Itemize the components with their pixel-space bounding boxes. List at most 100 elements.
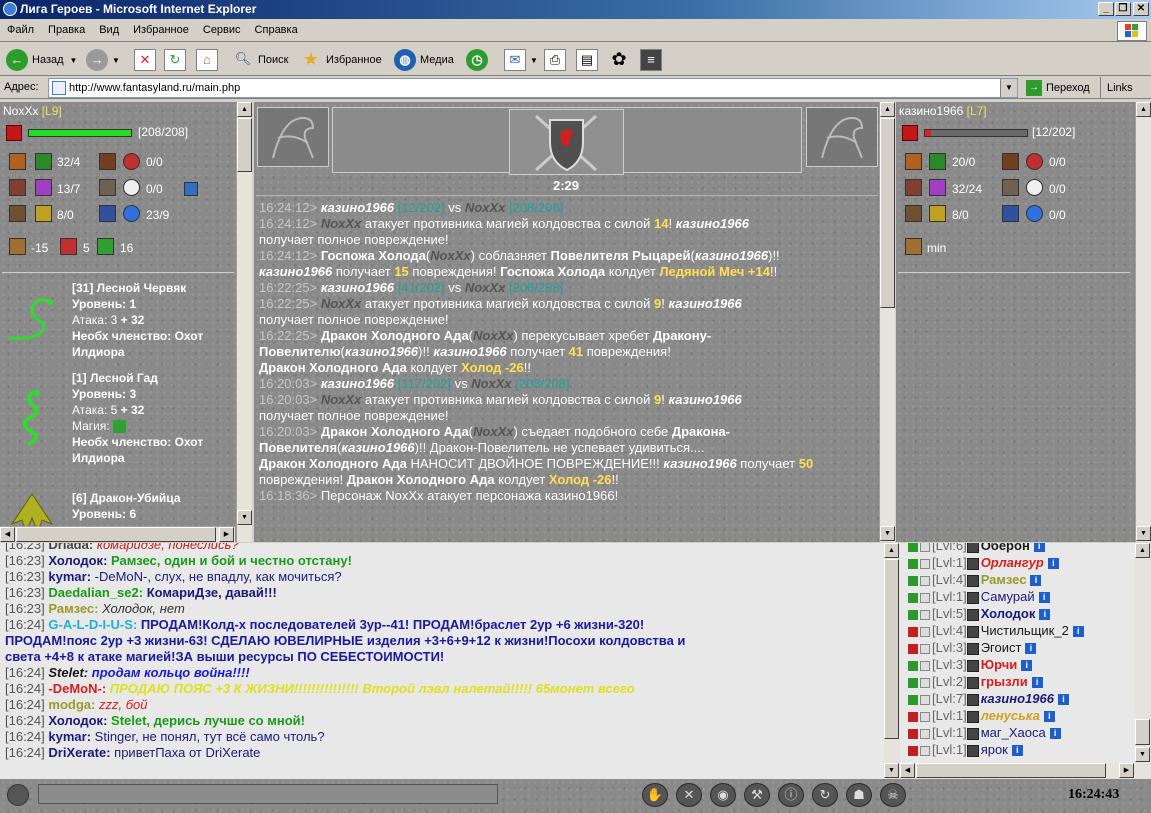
user-list-item[interactable]: [Lvl:1] Орлангур i — [900, 554, 1135, 571]
user-list-item[interactable]: [Lvl:1] маг_Хаоса i — [900, 724, 1135, 741]
user-info-icon[interactable]: i — [1030, 575, 1042, 587]
user-list-scrollbar[interactable]: ▲ ▼ — [1135, 543, 1151, 779]
scroll-up-arrow[interactable]: ▲ — [880, 102, 895, 117]
private-chat-icon[interactable] — [920, 543, 930, 552]
user-info-icon[interactable]: i — [1025, 643, 1037, 655]
links-button[interactable]: Links — [1100, 77, 1151, 99]
eye-icon[interactable]: ◉ — [710, 783, 736, 807]
media-button[interactable]: ◍ Медиа — [394, 47, 454, 73]
left-guild-emblem[interactable] — [257, 107, 329, 167]
user-name[interactable]: Оберон — [981, 543, 1030, 553]
menu-favorites[interactable]: Избранное — [126, 20, 196, 40]
wand-icon[interactable] — [1002, 153, 1019, 170]
scroll-right-arrow[interactable]: ▶ — [1119, 763, 1134, 778]
player-name[interactable]: NoxXx — [321, 216, 361, 231]
menu-edit[interactable]: Правка — [41, 20, 92, 40]
player-name[interactable]: казино1966 — [433, 344, 506, 359]
user-info-icon[interactable]: i — [1043, 711, 1055, 723]
player-name[interactable]: казино1966 — [663, 456, 736, 471]
user-list-item[interactable]: [Lvl:2] грызли i — [900, 673, 1135, 690]
bow-icon[interactable] — [905, 205, 922, 222]
chat-nick[interactable]: Холодок: — [48, 713, 107, 728]
user-name[interactable]: Эгоист — [981, 640, 1022, 655]
shield-icon[interactable] — [60, 238, 77, 255]
user-name[interactable]: маг_Хаоса — [981, 725, 1046, 740]
user-name[interactable]: ярок — [981, 742, 1008, 757]
gold-armor-icon[interactable] — [929, 205, 946, 222]
search-button[interactable]: 🔍︎ Поиск — [232, 47, 289, 73]
scroll-thumb[interactable] — [884, 559, 899, 739]
private-chat-icon[interactable] — [920, 660, 930, 671]
fire-attack-icon[interactable] — [9, 153, 26, 170]
user-info-icon[interactable]: i — [1049, 728, 1061, 740]
private-chat-icon[interactable] — [920, 694, 930, 705]
player-name[interactable]: казино1966 — [668, 296, 741, 311]
scroll-down-arrow[interactable]: ▼ — [1135, 747, 1150, 762]
private-chat-icon[interactable] — [920, 728, 930, 739]
address-dropdown[interactable]: ▼ — [1000, 79, 1017, 97]
creature-card-worm[interactable]: [31] Лесной Червяк Уровень: 1 Атака: 3 +… — [72, 280, 203, 360]
player-name[interactable]: NoxXx — [465, 280, 505, 295]
chat-nick[interactable]: G-A-L-D-I-U-S: — [48, 617, 137, 632]
sword-icon[interactable] — [905, 179, 922, 196]
menu-tools[interactable]: Сервис — [196, 20, 248, 40]
user-info-icon[interactable]: i — [1033, 543, 1045, 553]
player-name[interactable]: казино1966 — [321, 376, 394, 391]
player-name[interactable]: NoxXx — [465, 200, 505, 215]
private-chat-icon[interactable] — [920, 626, 930, 637]
user-list-item[interactable]: [Lvl:4] Рамзес i — [900, 571, 1135, 588]
player-name[interactable]: казино1966 — [259, 264, 332, 279]
user-list-item[interactable]: [Lvl:1] ярок i — [900, 741, 1135, 758]
favorites-button[interactable]: ★ Избранное — [300, 47, 382, 73]
player-name[interactable]: казино1966 — [321, 200, 394, 215]
scroll-thumb[interactable] — [880, 118, 895, 308]
user-info-icon[interactable]: i — [1021, 660, 1033, 672]
user-list-hscrollbar[interactable]: ◀ ▶ — [900, 763, 1135, 779]
user-name[interactable]: казино1966 — [981, 691, 1054, 706]
private-chat-icon[interactable] — [920, 745, 930, 756]
user-name[interactable]: ленуська — [981, 708, 1040, 723]
clear-chat-icon[interactable]: ✕ — [676, 783, 702, 807]
ice-staff-icon[interactable] — [99, 205, 116, 222]
minimize-button[interactable]: _ — [1098, 2, 1114, 16]
fire-attack-icon[interactable] — [905, 153, 922, 170]
chat-message-input[interactable] — [38, 784, 498, 804]
go-button[interactable]: → Переход — [1024, 78, 1090, 98]
player-name[interactable]: казино1966 — [668, 392, 741, 407]
creature-card-dragon[interactable]: [6] Дракон-Убийца Уровень: 6 — [72, 490, 181, 522]
research-button[interactable]: ≡ — [640, 47, 666, 73]
info-flag-icon[interactable] — [184, 182, 198, 196]
scroll-left-arrow[interactable]: ◀ — [900, 763, 915, 778]
chat-nick[interactable]: Driada: — [48, 543, 93, 552]
chat-nick[interactable]: Рамзес: — [48, 601, 98, 616]
light-orb-icon[interactable] — [1026, 179, 1043, 196]
serpent-creature-icon[interactable] — [12, 388, 52, 446]
scroll-up-arrow[interactable]: ▲ — [237, 102, 252, 117]
messenger-button[interactable]: ✿ — [608, 47, 634, 73]
user-info-icon[interactable]: i — [1039, 609, 1051, 621]
player-name[interactable]: NoxXx — [321, 392, 361, 407]
sword-icon[interactable] — [9, 179, 26, 196]
player-name[interactable]: NoxXx — [321, 296, 361, 311]
edit-button[interactable]: ▤ — [576, 47, 602, 73]
battle-crest[interactable] — [509, 109, 624, 175]
water-orb-icon[interactable] — [123, 205, 140, 222]
ice-staff-icon[interactable] — [1002, 205, 1019, 222]
user-name[interactable]: Холодок — [981, 606, 1036, 621]
chat-nick[interactable]: Холодок: — [48, 553, 107, 568]
player-name[interactable]: казино1966 — [321, 280, 394, 295]
chat-nick[interactable]: Stelet: — [48, 665, 88, 680]
user-name[interactable]: Орлангур — [981, 555, 1044, 570]
right-player-name[interactable]: казино1966 — [899, 104, 963, 118]
hscroll-thumb[interactable] — [916, 763, 1106, 778]
address-input[interactable]: http://www.fantasyland.ru/main.php ▼ — [48, 78, 1018, 98]
combat-log-scrollbar[interactable]: ▲ ▼ — [879, 102, 895, 542]
chat-nick[interactable]: -DeMoN-: — [48, 681, 106, 696]
user-name[interactable]: Чистильщик_2 — [981, 623, 1069, 638]
scroll-right-arrow[interactable]: ▶ — [219, 527, 234, 542]
chat-scrollbar[interactable]: ▲ ▼ — [884, 543, 900, 779]
private-chat-icon[interactable] — [920, 711, 930, 722]
armor-icon[interactable] — [35, 153, 52, 170]
chat-mode-icon[interactable] — [7, 784, 29, 806]
scroll-thumb[interactable] — [1135, 719, 1150, 745]
